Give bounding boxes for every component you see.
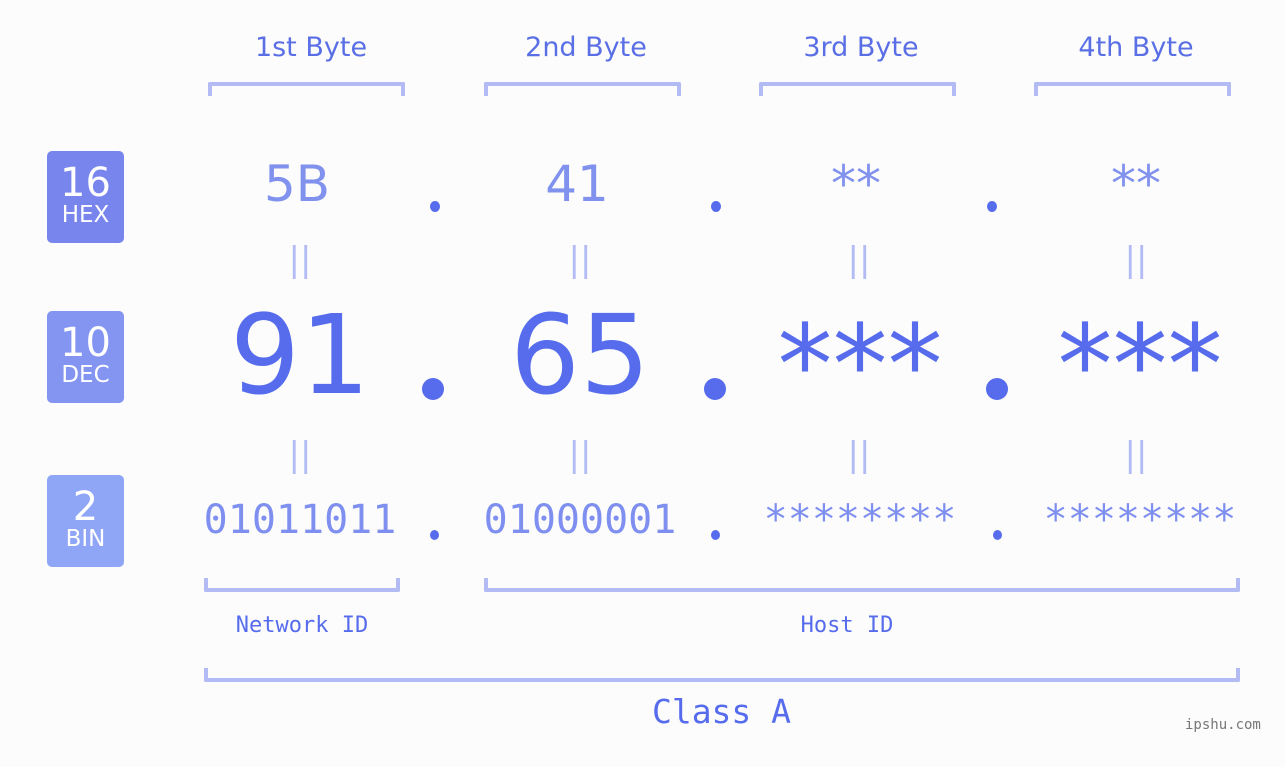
bracket-byte-3 — [759, 82, 956, 96]
bracket-byte-2 — [484, 82, 681, 96]
bin-byte-2: 01000001 — [483, 497, 677, 543]
equals-icon: || — [568, 435, 592, 475]
hex-byte-2: 41 — [545, 155, 609, 213]
hex-byte-4: ** — [1111, 155, 1161, 213]
header-byte-4: 4th Byte — [1078, 32, 1194, 63]
host-id-bracket — [484, 578, 1240, 592]
hex-separator-dot — [711, 201, 721, 212]
dec-byte-3: *** — [777, 301, 943, 429]
host-id-label: Host ID — [800, 613, 894, 638]
equals-icon: || — [1124, 435, 1148, 475]
bin-byte-3: ******** — [763, 497, 957, 543]
bracket-byte-4 — [1034, 82, 1231, 96]
equals-icon: || — [847, 435, 871, 475]
equals-icon: || — [288, 240, 312, 280]
dec-separator-dot — [986, 378, 1008, 400]
hex-separator-dot — [987, 201, 997, 212]
bin-badge-base: 2 — [72, 484, 99, 530]
dec-separator-dot — [422, 378, 444, 400]
bin-separator-dot — [711, 530, 720, 540]
equals-icon: || — [568, 240, 592, 280]
equals-icon: || — [847, 240, 871, 280]
bin-byte-4: ******** — [1043, 497, 1237, 543]
class-label: Class A — [651, 692, 792, 731]
hex-byte-3: ** — [831, 155, 881, 213]
dec-badge-base: 10 — [60, 320, 111, 366]
dec-separator-dot — [704, 378, 726, 400]
hex-separator-dot — [430, 201, 440, 212]
header-byte-3: 3rd Byte — [803, 32, 919, 63]
hex-badge: 16 HEX — [47, 151, 124, 243]
dec-badge: 10 DEC — [47, 311, 124, 403]
bin-badge: 2 BIN — [47, 475, 124, 567]
bracket-byte-1 — [208, 82, 405, 96]
equals-icon: || — [1124, 240, 1148, 280]
equals-icon: || — [288, 435, 312, 475]
bin-badge-label: BIN — [65, 526, 106, 552]
hex-badge-base: 16 — [60, 160, 111, 206]
bin-separator-dot — [993, 530, 1002, 540]
class-bracket — [204, 668, 1240, 682]
bin-separator-dot — [430, 530, 439, 540]
watermark: ipshu.com — [1185, 717, 1261, 733]
dec-byte-1: 91 — [230, 291, 370, 419]
header-byte-2: 2nd Byte — [525, 32, 647, 63]
network-id-bracket — [204, 578, 400, 592]
bin-byte-1: 01011011 — [203, 497, 397, 543]
dec-byte-2: 65 — [510, 291, 650, 419]
dec-byte-4: *** — [1057, 301, 1223, 429]
header-byte-1: 1st Byte — [254, 32, 368, 63]
dec-badge-label: DEC — [61, 362, 110, 388]
hex-byte-1: 5B — [263, 155, 331, 213]
network-id-label: Network ID — [235, 613, 369, 638]
hex-badge-label: HEX — [61, 202, 110, 228]
